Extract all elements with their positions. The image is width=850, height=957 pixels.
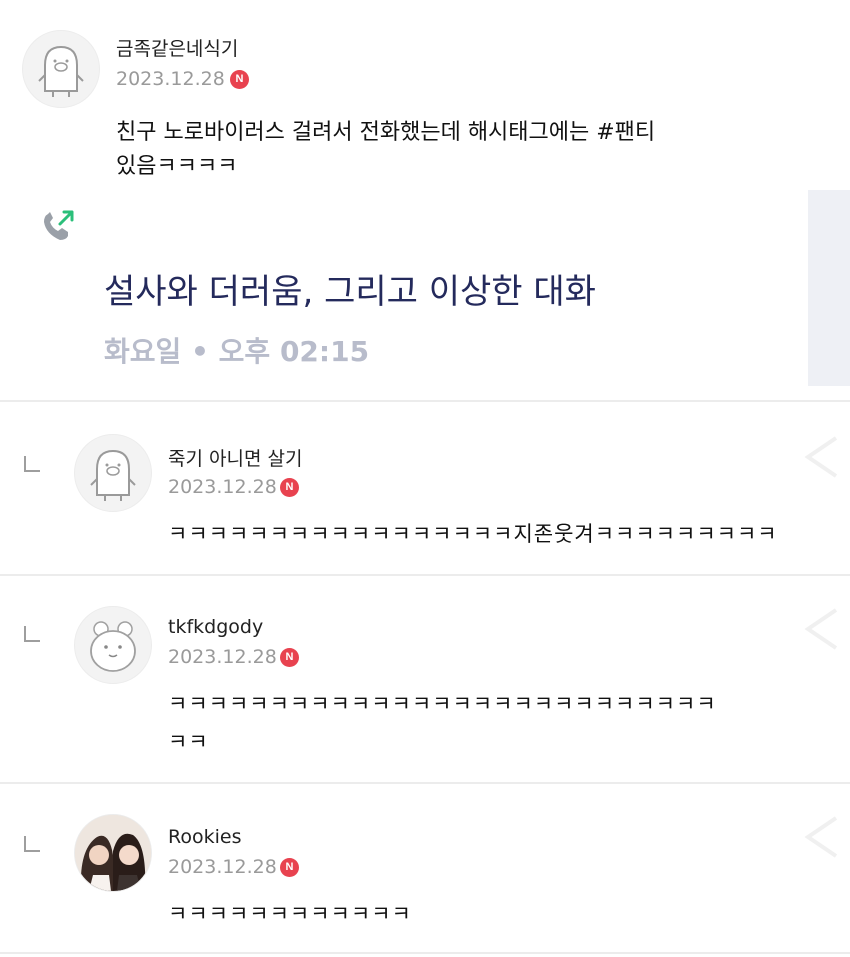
comment-post: 금족같은네식기 2023.12.28 N 친구 노로바이러스 걸려서 전화했는데… xyxy=(0,0,850,190)
username[interactable]: 금족같은네식기 xyxy=(116,34,238,61)
chevron-left-icon[interactable] xyxy=(800,432,840,482)
divider xyxy=(0,782,850,784)
reply-text-line2: ㅋㅋ xyxy=(168,730,209,754)
post-date: 2023.12.28 xyxy=(116,68,225,90)
new-badge: N xyxy=(280,858,299,877)
default-avatar-icon xyxy=(90,449,136,501)
reply-text-line1: ㅋㅋㅋㅋㅋㅋㅋㅋㅋㅋㅋㅋㅋㅋㅋㅋㅋㅋㅋㅋㅋㅋㅋㅋㅋㅋㅋ xyxy=(168,692,717,716)
reply-indent-icon xyxy=(24,626,40,642)
divider xyxy=(0,400,850,402)
reply-date: 2023.12.28 xyxy=(168,476,277,498)
new-badge: N xyxy=(230,70,249,89)
avatar[interactable] xyxy=(74,434,152,512)
reply-text-line1: ㅋㅋㅋㅋㅋㅋㅋㅋㅋㅋㅋㅋㅋㅋㅋㅋㅋ지존웃겨ㅋㅋㅋㅋㅋㅋㅋㅋㅋ xyxy=(168,522,778,546)
chevron-left-icon[interactable] xyxy=(800,604,840,654)
avatar[interactable] xyxy=(74,814,152,892)
new-badge: N xyxy=(280,478,299,497)
new-badge: N xyxy=(280,648,299,667)
reply-indent-icon xyxy=(24,836,40,852)
call-title: 설사와 더러움, 그리고 이상한 대화 xyxy=(104,272,596,312)
reply-indent-icon xyxy=(24,456,40,472)
call-card-edge xyxy=(808,190,850,386)
avatar[interactable] xyxy=(22,30,100,108)
divider xyxy=(0,952,850,954)
username[interactable]: tkfkdgody xyxy=(168,616,263,638)
phone-outgoing-icon xyxy=(44,210,74,240)
hamster-avatar-icon xyxy=(90,621,136,672)
avatar[interactable] xyxy=(74,606,152,684)
comment-text-line1: 친구 노로바이러스 걸려서 전화했는데 해시태그에는 #팬티 xyxy=(116,120,656,145)
reply-text-line1: ㅋㅋㅋㅋㅋㅋㅋㅋㅋㅋㅋㅋ xyxy=(168,902,412,926)
comment-text-line2: 있음ㅋㅋㅋㅋ xyxy=(116,154,238,179)
reply-date: 2023.12.28 xyxy=(168,646,277,668)
comment-page: 금족같은네식기 2023.12.28 N 친구 노로바이러스 걸려서 전화했는데… xyxy=(0,0,850,957)
call-time: 화요일 • 오후 02:15 xyxy=(104,335,370,368)
username[interactable]: Rookies xyxy=(168,826,241,848)
default-avatar-icon xyxy=(38,45,84,97)
chevron-left-icon[interactable] xyxy=(800,812,840,862)
profile-photo xyxy=(75,815,151,891)
divider xyxy=(0,574,850,576)
reply-date: 2023.12.28 xyxy=(168,856,277,878)
username[interactable]: 죽기 아니면 살기 xyxy=(168,444,302,471)
